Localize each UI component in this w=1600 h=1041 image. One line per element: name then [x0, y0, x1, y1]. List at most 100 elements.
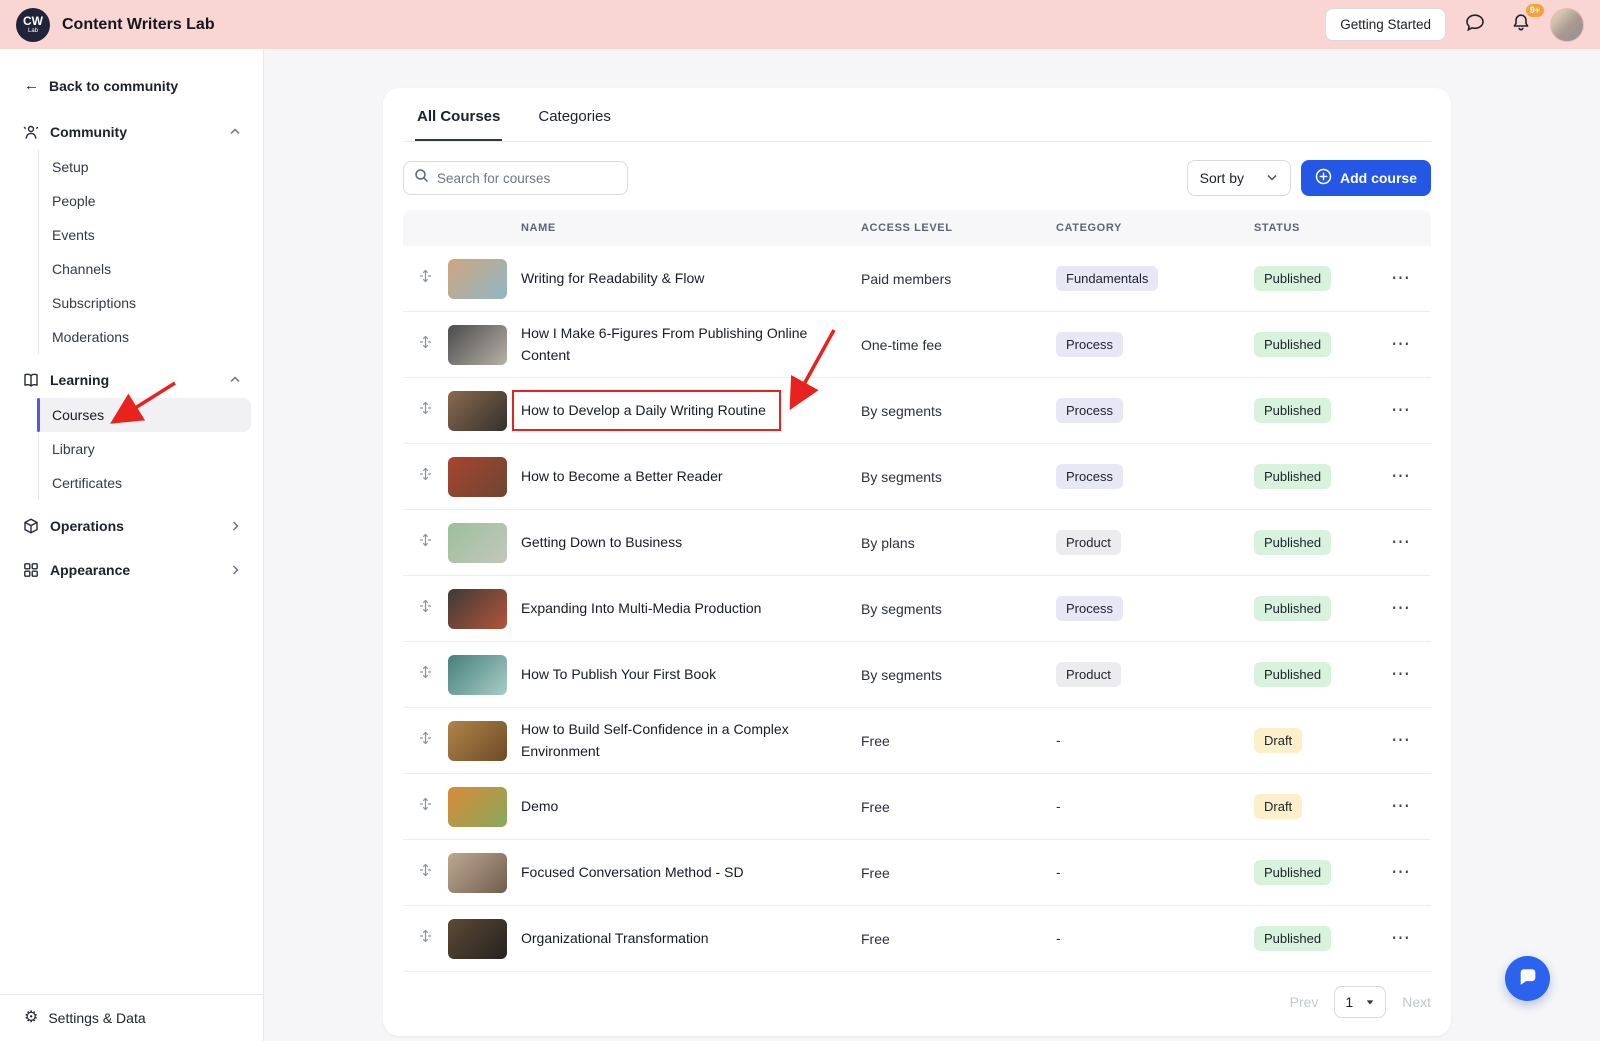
table-row[interactable]: How to Become a Better Reader By segment…	[403, 444, 1431, 510]
chevron-up-icon	[229, 374, 241, 386]
name-cell: How To Publish Your First Book	[521, 664, 861, 686]
course-name[interactable]: How to Become a Better Reader	[521, 466, 723, 488]
getting-started-button[interactable]: Getting Started	[1325, 8, 1446, 41]
row-actions-button[interactable]: ⋯	[1391, 401, 1411, 420]
drag-handle[interactable]	[403, 731, 448, 750]
sidebar-section-appearance[interactable]: Appearance	[0, 552, 263, 588]
drag-handle[interactable]	[403, 533, 448, 552]
drag-handle[interactable]	[403, 665, 448, 684]
sidebar-item-channels[interactable]: Channels	[39, 252, 251, 286]
user-avatar[interactable]	[1550, 7, 1584, 42]
community-section-label: Community	[50, 124, 127, 140]
messages-button[interactable]	[1458, 8, 1492, 42]
course-name[interactable]: Organizational Transformation	[521, 928, 709, 950]
table-row[interactable]: How to Develop a Daily Writing Routine B…	[403, 378, 1431, 444]
course-thumbnail	[448, 258, 507, 299]
table-row[interactable]: How To Publish Your First Book By segmen…	[403, 642, 1431, 708]
course-name[interactable]: Expanding Into Multi-Media Production	[521, 598, 761, 620]
move-icon	[419, 335, 432, 354]
gear-icon: ⚙	[24, 1009, 39, 1026]
search-input[interactable]	[437, 170, 617, 186]
table-row[interactable]: Organizational Transformation Free - Pub…	[403, 906, 1431, 972]
course-name[interactable]: Focused Conversation Method - SD	[521, 862, 744, 884]
status-cell: Published	[1254, 596, 1391, 621]
row-actions-button[interactable]: ⋯	[1391, 731, 1411, 750]
toolbar-right: Sort by Add course	[1186, 160, 1431, 196]
drag-handle[interactable]	[403, 797, 448, 816]
chat-widget-button[interactable]	[1505, 956, 1550, 1001]
next-page-button[interactable]: Next	[1402, 994, 1431, 1010]
status-cell: Published	[1254, 530, 1391, 555]
course-name[interactable]: How to Develop a Daily Writing Routine	[512, 389, 781, 431]
sidebar-item-moderations[interactable]: Moderations	[39, 320, 251, 354]
drag-handle[interactable]	[403, 863, 448, 882]
course-name[interactable]: How I Make 6-Figures From Publishing Onl…	[521, 323, 835, 366]
status-cell: Published	[1254, 398, 1391, 423]
row-actions-button[interactable]: ⋯	[1391, 665, 1411, 684]
table-row[interactable]: Focused Conversation Method - SD Free - …	[403, 840, 1431, 906]
current-page: 1	[1345, 994, 1354, 1010]
sidebar-item-library[interactable]: Library	[39, 432, 251, 466]
courses-tabs: All Courses Categories	[403, 88, 1431, 142]
course-name[interactable]: Demo	[521, 796, 558, 818]
sort-by-dropdown[interactable]: Sort by	[1186, 160, 1291, 196]
category-badge: -	[1056, 731, 1061, 748]
pagination: Prev 1 Next	[403, 986, 1431, 1018]
sidebar-item-subscriptions[interactable]: Subscriptions	[39, 286, 251, 320]
table-row[interactable]: How I Make 6-Figures From Publishing Onl…	[403, 312, 1431, 378]
course-name[interactable]: Writing for Readability & Flow	[521, 268, 704, 290]
drag-handle[interactable]	[403, 269, 448, 288]
course-access-level: By segments	[861, 468, 942, 485]
tab-all-courses[interactable]: All Courses	[415, 88, 503, 141]
course-name[interactable]: Getting Down to Business	[521, 532, 682, 554]
sidebar-item-certificates[interactable]: Certificates	[39, 466, 251, 500]
chevron-down-icon	[1365, 994, 1375, 1010]
sidebar-item-courses[interactable]: Courses	[37, 398, 251, 432]
table-row[interactable]: Expanding Into Multi-Media Production By…	[403, 576, 1431, 642]
row-actions-button[interactable]: ⋯	[1391, 335, 1411, 354]
course-name[interactable]: How To Publish Your First Book	[521, 664, 716, 686]
row-actions-button[interactable]: ⋯	[1391, 599, 1411, 618]
notifications-button[interactable]: 9+	[1504, 2, 1545, 42]
settings-and-data-link[interactable]: ⚙ Settings & Data	[0, 994, 263, 1041]
drag-handle[interactable]	[403, 335, 448, 354]
thumbnail-cell	[448, 456, 521, 497]
sidebar-section-learning[interactable]: Learning	[0, 362, 263, 398]
sidebar-item-people[interactable]: People	[39, 184, 251, 218]
settings-label: Settings & Data	[48, 1010, 146, 1026]
row-actions-button[interactable]: ⋯	[1391, 269, 1411, 288]
add-course-button[interactable]: Add course	[1300, 160, 1431, 196]
row-actions-button[interactable]: ⋯	[1391, 533, 1411, 552]
category-cell: -	[1056, 732, 1254, 750]
course-access-level: Paid members	[861, 270, 952, 287]
drag-handle[interactable]	[403, 401, 448, 420]
tab-categories[interactable]: Categories	[536, 88, 613, 141]
course-search[interactable]	[403, 161, 628, 195]
status-cell: Draft	[1254, 728, 1391, 753]
category-cell: Process	[1056, 332, 1254, 357]
sidebar-section-community[interactable]: Community	[0, 114, 263, 150]
table-row[interactable]: How to Build Self-Confidence in a Comple…	[403, 708, 1431, 774]
community-logo[interactable]: CW Lab	[16, 7, 50, 42]
table-row[interactable]: Writing for Readability & Flow Paid memb…	[403, 246, 1431, 312]
drag-handle[interactable]	[403, 929, 448, 948]
back-to-community-link[interactable]: ← Back to community	[0, 49, 263, 106]
category-badge: Process	[1056, 464, 1123, 489]
prev-page-button[interactable]: Prev	[1290, 994, 1319, 1010]
actions-cell: ⋯	[1391, 269, 1431, 289]
row-actions-button[interactable]: ⋯	[1391, 797, 1411, 816]
sidebar-item-events[interactable]: Events	[39, 218, 251, 252]
back-label: Back to community	[49, 77, 179, 94]
drag-handle[interactable]	[403, 467, 448, 486]
page-number-select[interactable]: 1	[1334, 986, 1387, 1018]
row-actions-button[interactable]: ⋯	[1391, 467, 1411, 486]
sidebar-item-setup[interactable]: Setup	[39, 150, 251, 184]
status-badge: Published	[1254, 398, 1332, 423]
course-name[interactable]: How to Build Self-Confidence in a Comple…	[521, 719, 835, 762]
table-row[interactable]: Demo Free - Draft ⋯	[403, 774, 1431, 840]
table-row[interactable]: Getting Down to Business By plans Produc…	[403, 510, 1431, 576]
drag-handle[interactable]	[403, 599, 448, 618]
row-actions-button[interactable]: ⋯	[1391, 863, 1411, 882]
sidebar-section-operations[interactable]: Operations	[0, 508, 263, 544]
row-actions-button[interactable]: ⋯	[1391, 929, 1411, 948]
